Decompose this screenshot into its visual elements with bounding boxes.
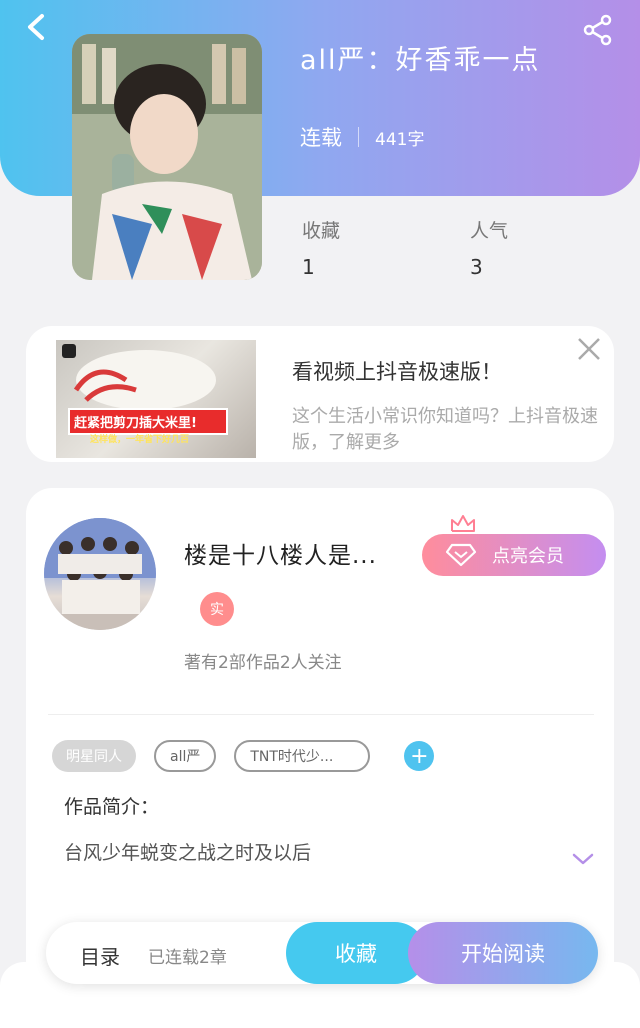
author-works-info: 著有2部作品2人关注 (184, 653, 342, 673)
crown-icon (451, 515, 475, 532)
ad-image-banner: 赶紧把剪刀插大米里! (68, 408, 228, 435)
ad-image-subtitle: 这样做，一年省下好几百 (90, 435, 190, 445)
share-icon[interactable] (582, 14, 614, 46)
tag-item[interactable]: 明星同人 (52, 740, 136, 772)
close-icon[interactable] (574, 334, 604, 364)
divider (48, 714, 594, 715)
author-name[interactable]: 楼是十八楼人是... (184, 536, 377, 570)
book-title: all严：好香乖一点 (300, 45, 541, 76)
bottom-action-bar: 目录 已连载2章 收藏 开始阅读 (46, 922, 598, 984)
ad-image[interactable]: 赶紧把剪刀插大米里! 这样做，一年省下好几百 (56, 340, 256, 458)
favorite-button[interactable]: 收藏 (286, 922, 426, 984)
serial-status: 连载 (300, 126, 342, 150)
chevron-down-icon[interactable] (572, 852, 594, 866)
ad-title[interactable]: 看视频上抖音极速版！ (292, 356, 502, 386)
vip-label: 点亮会员 (492, 546, 564, 567)
chapter-count[interactable]: 已连载2章 (148, 943, 227, 968)
toc-button[interactable]: 目录 (80, 941, 120, 970)
avatar[interactable] (44, 518, 156, 630)
back-icon[interactable] (22, 12, 52, 42)
popularity-count: 3 (470, 255, 483, 279)
tag-item[interactable]: TNT时代少... (234, 740, 371, 772)
tag-item[interactable]: all严 (154, 740, 217, 772)
intro-text: 台风少年蜕变之战之时及以后 (64, 842, 312, 864)
word-count: 441字 (375, 129, 425, 150)
popularity-label: 人气 (470, 220, 509, 242)
author-card: 楼是十八楼人是... 点亮会员 实 著有2部作品2人关注 明星同人 all严 T… (26, 488, 614, 988)
ad-banner[interactable]: 赶紧把剪刀插大米里! 这样做，一年省下好几百 看视频上抖音极速版！ 这个生活小常… (26, 326, 614, 462)
add-tag-button[interactable]: + (404, 741, 435, 771)
activate-vip-button[interactable]: 点亮会员 (422, 534, 606, 576)
tag-list: 明星同人 all严 TNT时代少... + (52, 740, 435, 772)
book-cover-image[interactable] (72, 34, 262, 280)
favorites-label: 收藏 (302, 220, 341, 242)
intro-label: 作品简介： (64, 796, 160, 818)
ad-description[interactable]: 这个生活小常识你知道吗？上抖音极速版，了解更多 (292, 404, 614, 456)
serial-info: 连载 441字 (300, 122, 424, 152)
favorites-count: 1 (302, 255, 315, 279)
start-reading-button[interactable]: 开始阅读 (408, 922, 598, 984)
diamond-icon (446, 543, 476, 567)
verified-badge: 实 (200, 592, 234, 626)
divider (358, 127, 359, 147)
